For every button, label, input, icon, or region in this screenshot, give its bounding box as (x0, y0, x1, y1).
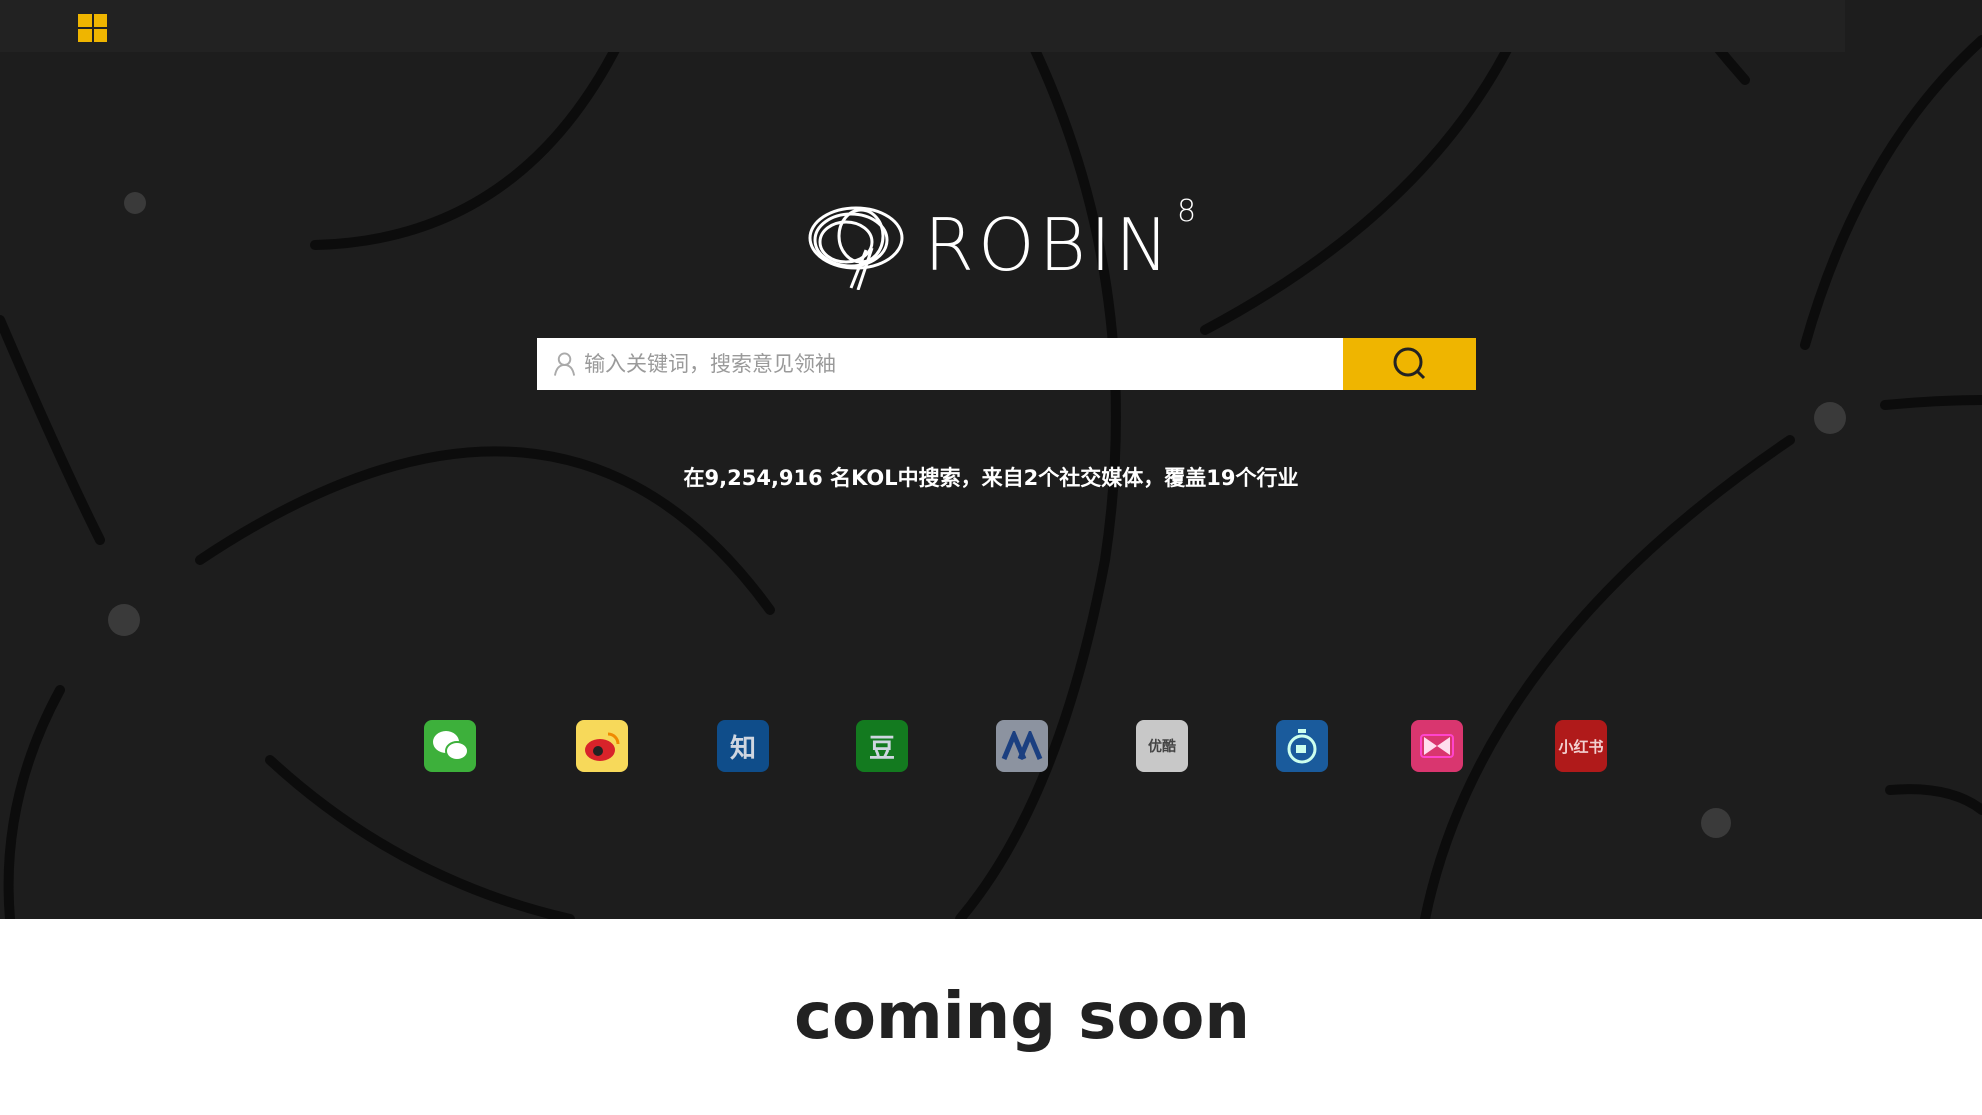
platform-douban-icon[interactable]: 豆 (856, 720, 908, 772)
search-bar (537, 338, 1476, 390)
platform-youku-icon[interactable]: 优酷 (1136, 720, 1188, 772)
platform-tianya-icon[interactable] (996, 720, 1048, 772)
platform-label: 优酷 (1148, 739, 1176, 755)
stats-text: 在9,254,916 名KOL中搜索，来自2个社交媒体，覆盖19个行业 (683, 466, 1299, 490)
platform-xiaohongshu-icon[interactable]: 小红书 (1555, 720, 1607, 772)
platform-icons: 知 豆 优酷 小红书 (0, 720, 1982, 774)
search-field (537, 338, 1343, 390)
logo-wordmark: ROBIN (924, 203, 1173, 287)
hero-section: ROBIN 8 在9,254,916 名KOL中搜索，来自2个社交媒体，覆盖19… (0, 0, 1982, 919)
search-icon (1393, 347, 1425, 380)
platform-wechat-icon[interactable] (424, 720, 476, 772)
search-button[interactable] (1343, 338, 1476, 390)
robin8-logo[interactable]: ROBIN 8 (806, 194, 1196, 290)
logo-yarn-icon (808, 206, 904, 290)
top-bar (0, 0, 1845, 52)
platform-weibo-icon[interactable] (576, 720, 628, 772)
platform-label: 知 (729, 733, 756, 764)
search-input[interactable] (584, 352, 1343, 376)
grid-menu-icon[interactable] (78, 14, 107, 42)
platform-label: 豆 (868, 733, 895, 764)
platform-miaopai-icon[interactable] (1276, 720, 1328, 772)
logo-superscript: 8 (1176, 193, 1197, 229)
user-icon (553, 352, 576, 376)
platform-zhihu-icon[interactable]: 知 (717, 720, 769, 772)
platform-label: 小红书 (1558, 737, 1604, 756)
background-arcs (0, 0, 1982, 919)
coming-soon-heading: coming soon (794, 980, 1250, 1054)
platform-meipai-icon[interactable] (1411, 720, 1463, 772)
